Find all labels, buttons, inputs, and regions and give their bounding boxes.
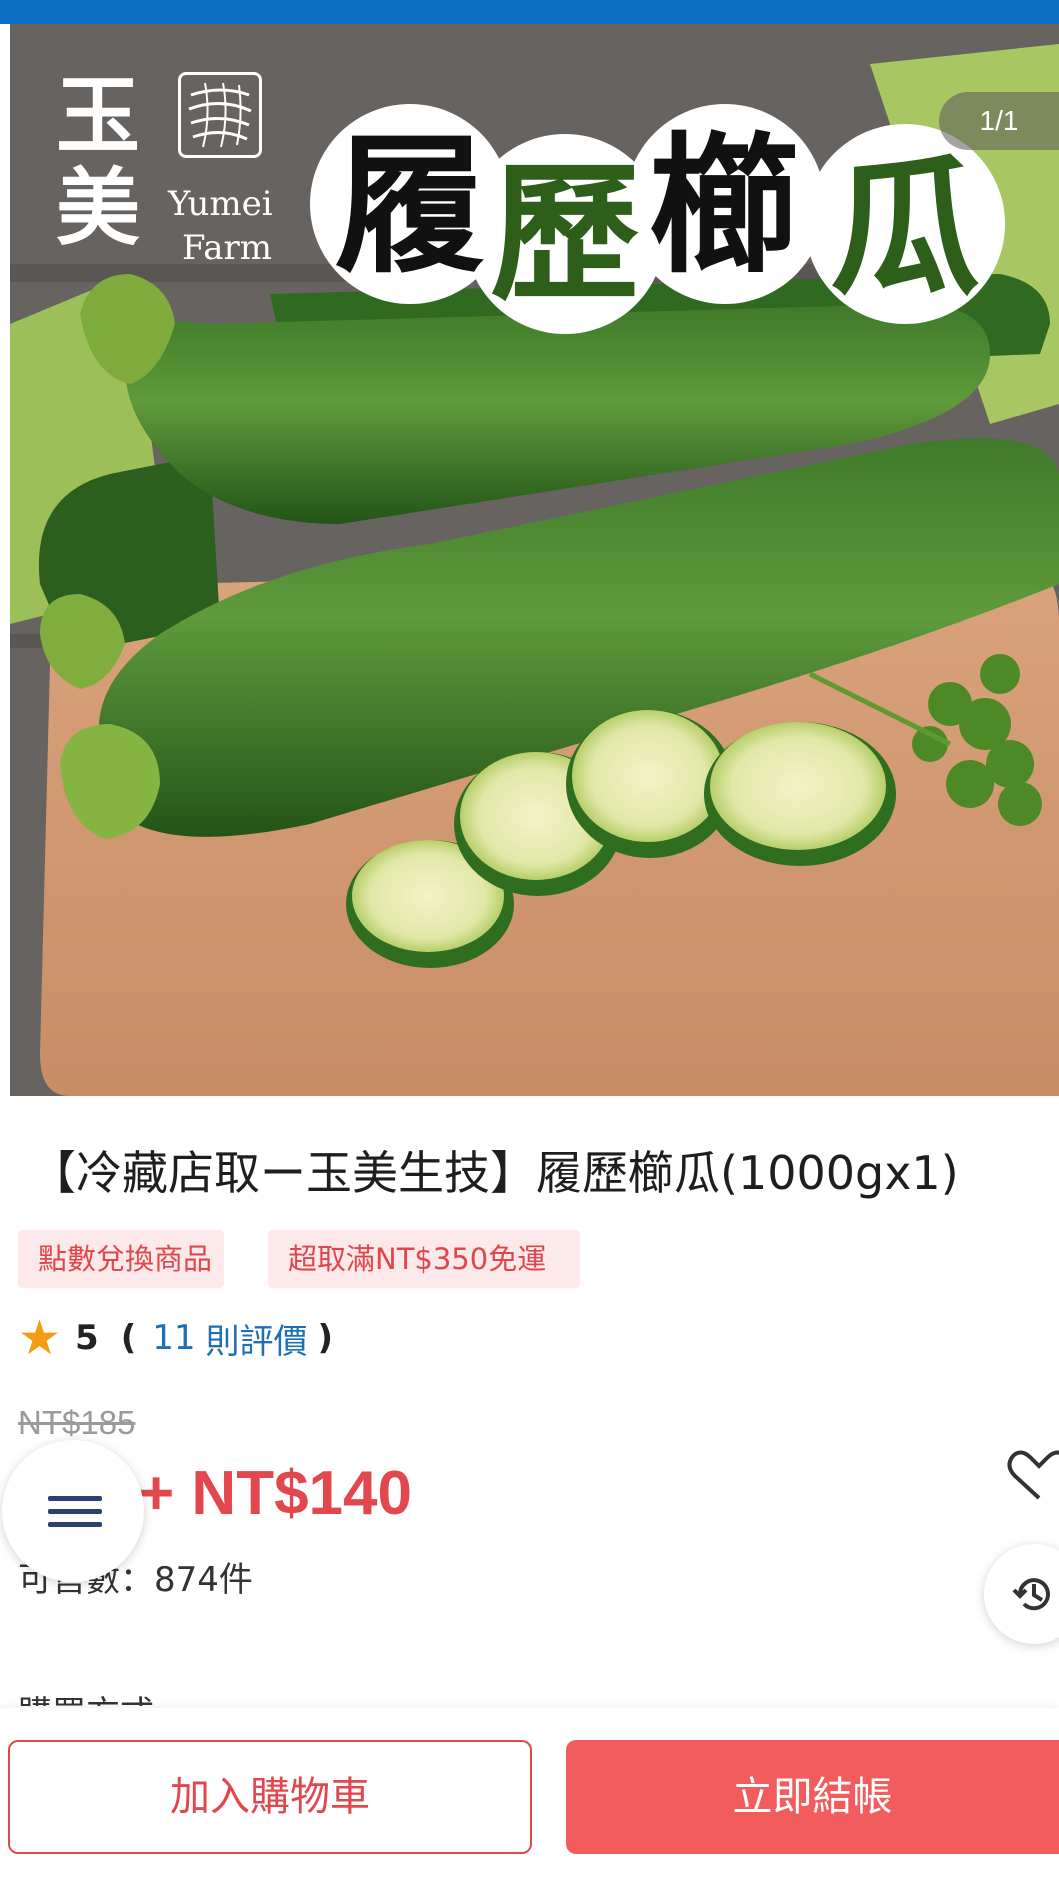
stock-value: 874件	[154, 1560, 253, 1600]
product-title: 【冷藏店取ー玉美生技】履歷櫛瓜(1000gx1)	[30, 1146, 959, 1200]
rating-open-paren: (	[120, 1318, 137, 1358]
history-icon	[1012, 1578, 1050, 1611]
menu-button[interactable]	[2, 1440, 144, 1582]
brand-en-line1: Yumei	[168, 184, 273, 224]
menu-icon-bar-3	[48, 1522, 102, 1527]
rating-close-paren: )	[317, 1318, 334, 1358]
review-link-label[interactable]: 則評價	[206, 1314, 308, 1363]
menu-icon-bar-2	[48, 1509, 102, 1514]
image-counter: 1/1	[939, 92, 1059, 150]
tag-points-exchange: 點數兌換商品	[18, 1230, 224, 1288]
buy-now-button[interactable]: 立即結帳	[566, 1740, 1059, 1854]
title-char-3: 櫛	[650, 120, 800, 294]
product-image[interactable]: 履 歷 櫛 瓜 玉美 Yumei Farm 1/1	[10, 24, 1059, 1096]
tag-free-shipping: 超取滿NT$350免運	[268, 1230, 580, 1288]
original-price: NT$185	[18, 1404, 136, 1441]
rating-row: ★ 5 ( 11 則評價 )	[18, 1308, 333, 1368]
history-button[interactable]	[984, 1544, 1059, 1644]
sale-price: + NT$140	[138, 1459, 413, 1528]
heart-icon	[1007, 1450, 1059, 1500]
title-char-4: 瓜	[830, 142, 980, 316]
title-char-1: 履	[335, 120, 485, 294]
title-char-2: 歷	[490, 148, 640, 322]
star-icon: ★	[18, 1310, 62, 1366]
brand-en-line2: Farm	[182, 228, 273, 268]
purchase-method-label: 購買方式	[18, 1684, 154, 1706]
status-bar	[0, 0, 1059, 24]
brand-logo-icon	[178, 72, 262, 158]
brand-name-en: Yumei Farm	[168, 182, 308, 270]
review-count-link[interactable]: 11	[152, 1318, 195, 1358]
menu-icon	[48, 1496, 102, 1501]
add-to-cart-button[interactable]: 加入購物車	[8, 1740, 532, 1854]
favorite-button[interactable]	[999, 1446, 1059, 1506]
rating-score: 5	[75, 1318, 99, 1358]
brand-name-cn: 玉美	[56, 66, 141, 257]
